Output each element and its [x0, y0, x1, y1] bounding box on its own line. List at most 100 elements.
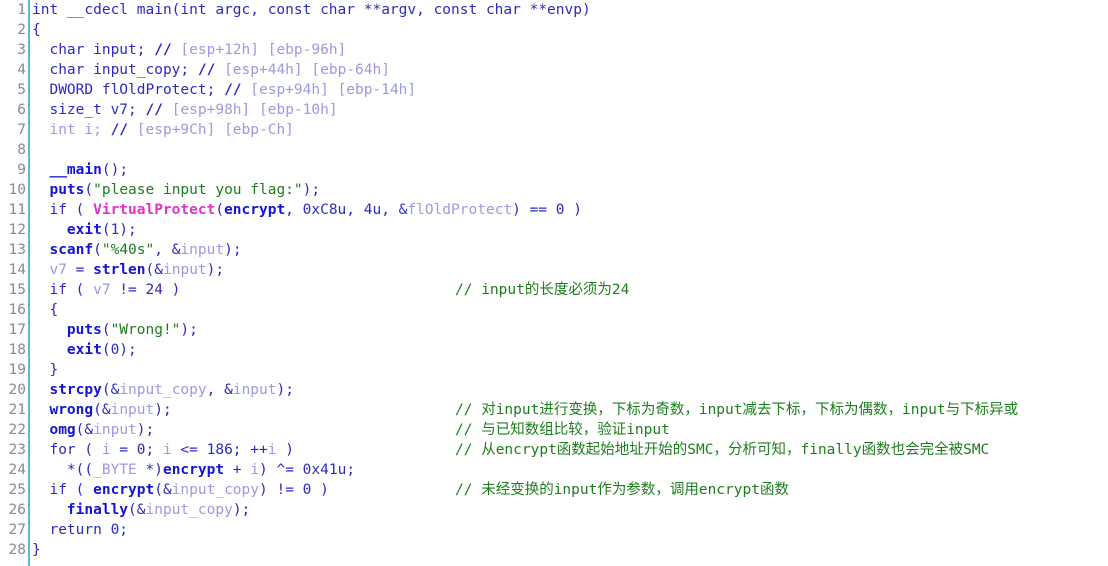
variable-name[interactable]: input	[180, 242, 224, 258]
side-comment[interactable]: // 从encrypt函数起始地址开始的SMC，分析可知，finally函数也会…	[455, 440, 989, 460]
code-line-5[interactable]: DWORD flOldProtect; // [esp+94h] [ebp-14…	[32, 80, 1108, 100]
variable-name[interactable]: input_copy	[146, 502, 233, 518]
stack-offset-comment: [esp+94h] [ebp-14h]	[250, 82, 417, 98]
side-comment[interactable]: // 对input进行变换，下标为奇数，input减去下标，下标为偶数，inpu…	[455, 400, 1018, 420]
variable-name[interactable]: input	[163, 262, 207, 278]
code-line-18[interactable]: exit(0);	[32, 340, 1108, 360]
line-number: 20	[8, 382, 26, 398]
code-token: );	[276, 382, 294, 398]
code-token: for (	[32, 442, 102, 458]
variable-name[interactable]: input	[233, 382, 277, 398]
code-token: int i;	[32, 122, 111, 138]
code-line-11[interactable]: if ( VirtualProtect(encrypt, 0xC8u, 4u, …	[32, 200, 1108, 220]
function-name[interactable]: puts	[49, 182, 84, 198]
line-number: 1	[17, 2, 26, 18]
code-area[interactable]: int __cdecl main(int argc, const char **…	[32, 0, 1108, 566]
line-number: 27	[8, 522, 26, 538]
code-line-17[interactable]: puts("Wrong!");	[32, 320, 1108, 340]
code-line-26[interactable]: finally(&input_copy);	[32, 500, 1108, 520]
variable-name[interactable]: flOldProtect	[407, 202, 512, 218]
variable-name[interactable]: input	[93, 422, 137, 438]
side-comment[interactable]: // 与已知数组比较，验证input	[455, 420, 670, 440]
code-line-21[interactable]: wrong(&input); // 对input进行变换，下标为奇数，input减…	[32, 400, 1108, 420]
code-line-23[interactable]: for ( i = 0; i <= 186; ++i )// 从encrypt函…	[32, 440, 1108, 460]
line-number: 8	[17, 142, 26, 158]
line-number: 26	[8, 502, 26, 518]
string-literal[interactable]: "Wrong!"	[111, 322, 181, 338]
imported-api-name[interactable]: VirtualProtect	[93, 202, 215, 218]
comment-marker: //	[154, 42, 181, 58]
code-token: (&	[101, 382, 120, 398]
function-name[interactable]: exit	[67, 342, 102, 358]
code-line-6[interactable]: size_t v7; // [esp+98h] [ebp-10h]	[32, 100, 1108, 120]
code-line-4[interactable]: char input_copy; // [esp+44h] [ebp-64h]	[32, 60, 1108, 80]
code-line-2[interactable]: {	[32, 20, 1108, 40]
function-name[interactable]: encrypt	[224, 202, 285, 218]
code-token: return 0;	[32, 522, 129, 538]
code-token: (&	[75, 422, 94, 438]
code-line-13[interactable]: scanf("%40s", &input);	[32, 240, 1108, 260]
variable-name[interactable]: input_copy	[119, 382, 206, 398]
function-name[interactable]: __main	[49, 162, 101, 178]
function-name[interactable]: scanf	[49, 242, 93, 258]
function-name[interactable]: encrypt	[93, 482, 154, 498]
variable-name[interactable]: i	[102, 442, 111, 458]
side-comment[interactable]: // input的长度必须为24	[455, 280, 629, 300]
variable-name[interactable]: i	[163, 442, 172, 458]
line-number: 17	[8, 322, 26, 338]
code-line-3[interactable]: char input; // [esp+12h] [ebp-96h]	[32, 40, 1108, 60]
variable-name[interactable]: input_copy	[172, 482, 259, 498]
string-literal[interactable]: "%40s"	[102, 242, 154, 258]
code-token: +	[224, 462, 251, 478]
code-token: *)	[136, 462, 163, 478]
side-comment[interactable]: // 未经变换的input作为参数，调用encrypt函数	[455, 480, 789, 500]
function-name[interactable]: exit	[67, 222, 102, 238]
code-line-8[interactable]	[32, 140, 1108, 160]
function-name[interactable]: puts	[67, 322, 102, 338]
function-name[interactable]: strlen	[93, 262, 145, 278]
code-token: {	[32, 302, 59, 318]
code-token: <= 186; ++	[171, 442, 268, 458]
code-line-28[interactable]: }	[32, 540, 1108, 560]
code-line-16[interactable]: {	[32, 300, 1108, 320]
function-name[interactable]: strcpy	[49, 382, 101, 398]
code-token: ();	[101, 162, 129, 178]
string-literal[interactable]: "please input you flag:"	[93, 182, 303, 198]
code-line-19[interactable]: }	[32, 360, 1108, 380]
code-line-9[interactable]: __main();	[32, 160, 1108, 180]
function-name[interactable]: omg	[49, 422, 75, 438]
function-name[interactable]: finally	[67, 502, 128, 518]
code-line-24[interactable]: *((_BYTE *)encrypt + i) ^= 0x41u;	[32, 460, 1108, 480]
code-line-14[interactable]: v7 = strlen(&input);	[32, 260, 1108, 280]
code-line-22[interactable]: omg(&input); // 与已知数组比较，验证input	[32, 420, 1108, 440]
code-line-20[interactable]: strcpy(&input_copy, &input);	[32, 380, 1108, 400]
code-line-1[interactable]: int __cdecl main(int argc, const char **…	[32, 0, 1108, 20]
comment-marker: //	[110, 122, 137, 138]
variable-name[interactable]: input	[111, 402, 155, 418]
code-line-12[interactable]: exit(1);	[32, 220, 1108, 240]
function-name[interactable]: encrypt	[163, 462, 224, 478]
comment-marker: //	[197, 62, 225, 78]
code-line-27[interactable]: return 0;	[32, 520, 1108, 540]
variable-name[interactable]: v7	[49, 262, 66, 278]
code-line-10[interactable]: puts("please input you flag:");	[32, 180, 1108, 200]
code-line-7[interactable]: int i; // [esp+9Ch] [ebp-Ch]	[32, 120, 1108, 140]
code-token: (	[101, 322, 111, 338]
stack-offset-comment: [esp+98h] [ebp-10h]	[171, 102, 338, 118]
variable-name[interactable]: i	[250, 462, 259, 478]
code-token: *((	[32, 462, 94, 478]
code-token: (&	[145, 262, 163, 278]
variable-name[interactable]: v7	[93, 282, 110, 298]
function-name[interactable]: wrong	[49, 402, 93, 418]
decompiler-pseudocode-view[interactable]: 1 2 3 4 5 6 7 8 9 10 11 12 13 14 15 16 1…	[0, 0, 1108, 566]
line-number: 9	[17, 162, 26, 178]
code-token: ) == 0 )	[512, 202, 582, 218]
code-line-15[interactable]: if ( v7 != 24 ) // input的长度必须为24	[32, 280, 1108, 300]
code-token: ) ^= 0x41u;	[259, 462, 356, 478]
code-line-25[interactable]: if ( encrypt(&input_copy) != 0 ) // 未经变换的…	[32, 480, 1108, 500]
